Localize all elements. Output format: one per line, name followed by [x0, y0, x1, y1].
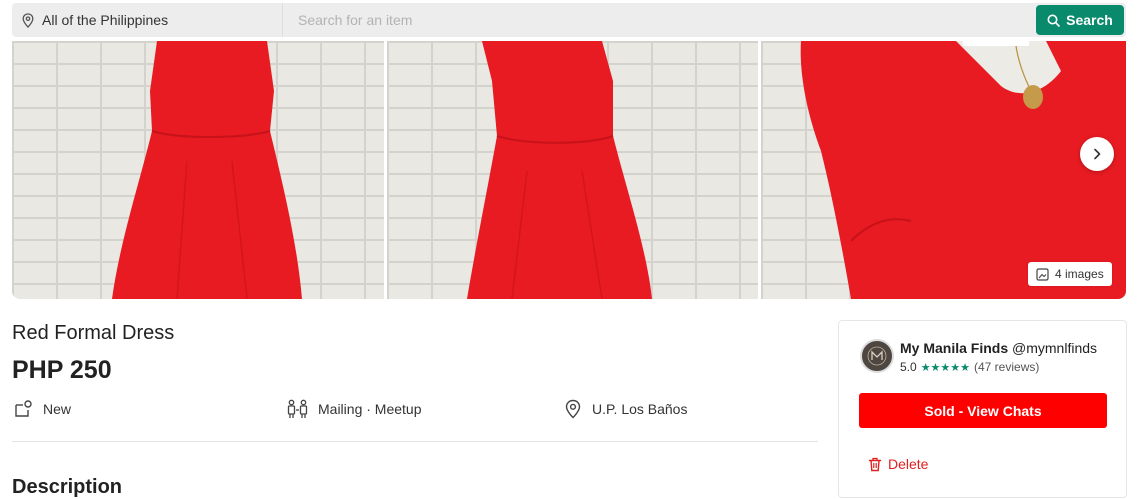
listing-title: Red Formal Dress [12, 322, 175, 344]
tag-icon [15, 400, 32, 417]
description-heading: Description [12, 476, 123, 498]
seller-card: My Manila Finds @mymnlfinds 5.0 ★★★★★ (4… [838, 320, 1127, 498]
trash-icon [868, 457, 882, 471]
location-label: U.P. Los Baños [592, 401, 688, 417]
location-label: All of the Philippines [42, 12, 169, 28]
location-pin-icon [22, 12, 34, 28]
star-rating-icon: ★★★★★ [920, 361, 970, 374]
condition-label: New [43, 401, 72, 417]
search-bar: All of the Philippines Search [12, 3, 1126, 37]
dress-image [800, 41, 1126, 299]
listing-photo-3[interactable] [761, 41, 1126, 299]
sold-view-chats-button[interactable]: Sold - View Chats [859, 393, 1107, 428]
location-selector[interactable]: All of the Philippines [12, 3, 283, 37]
listing-photo-2[interactable] [387, 41, 758, 299]
seller-handle: @mymnlfinds [1012, 340, 1098, 356]
image-count-label: 4 images [1055, 267, 1104, 281]
search-button-label: Search [1066, 12, 1113, 28]
images-icon [1036, 267, 1049, 281]
seller-rating: 5.0 ★★★★★ (47 reviews) [900, 360, 1039, 374]
image-count-badge[interactable]: 4 images [1028, 262, 1112, 286]
condition-attribute: New [13, 399, 71, 419]
delivery-attribute: Mailing · Meetup [287, 399, 422, 419]
search-icon [1047, 14, 1060, 27]
image-gallery [12, 41, 1126, 299]
listing-price: PHP 250 [12, 356, 112, 384]
next-image-button[interactable] [1080, 137, 1114, 171]
search-button[interactable]: Search [1036, 5, 1124, 35]
rating-value: 5.0 [900, 360, 917, 374]
dress-image [467, 41, 652, 299]
seller-display-name: My Manila Finds [900, 340, 1009, 356]
meetup-icon [287, 399, 308, 418]
delete-button[interactable]: Delete [868, 456, 928, 472]
delete-label: Delete [888, 456, 929, 472]
search-input[interactable] [283, 3, 1126, 37]
seller-logo-icon [867, 346, 887, 366]
seller-avatar[interactable] [860, 339, 894, 373]
divider [12, 441, 818, 442]
listing-photo-1[interactable] [12, 41, 384, 299]
review-count[interactable]: (47 reviews) [974, 360, 1039, 374]
location-pin-icon [565, 399, 581, 419]
chevron-right-icon [1094, 148, 1101, 160]
delivery-label: Mailing · Meetup [318, 401, 422, 417]
location-attribute: U.P. Los Baños [564, 399, 687, 419]
dress-image [112, 41, 302, 299]
seller-name[interactable]: My Manila Finds @mymnlfinds [900, 340, 1097, 356]
